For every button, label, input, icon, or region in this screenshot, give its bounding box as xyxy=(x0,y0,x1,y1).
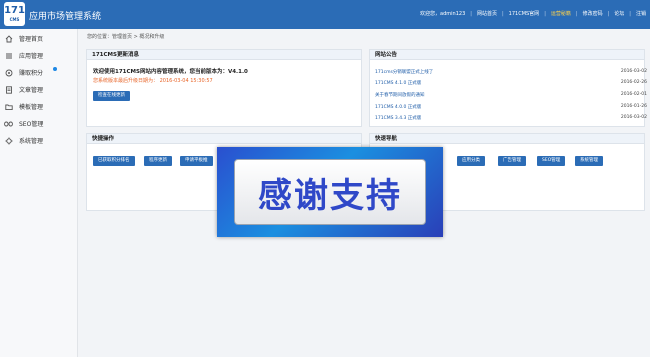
welcome-user: 欢迎您，admin123 xyxy=(420,11,466,17)
announcement-date: 2016-02-01 xyxy=(620,92,647,97)
nav-separator: | xyxy=(501,10,504,17)
program-update-button[interactable]: 程序更新 xyxy=(144,156,172,166)
sidebar: 管理首页 应用管理 赚取积分 文章管理 模板管理 SEO管理 系统管理 xyxy=(0,29,78,357)
gear-icon xyxy=(4,136,13,145)
sidebar-item-apps[interactable]: 应用管理 xyxy=(0,48,78,63)
welcome-message: 欢迎使用171CMS网站内容管理系统，您当前版本为：V4.1.0 xyxy=(93,69,248,75)
home-icon xyxy=(4,34,13,43)
list-item[interactable]: 关于春节期间放假的通知 2016-02-01 xyxy=(375,92,647,98)
nav-separator: | xyxy=(544,10,546,17)
announcement-link[interactable]: 关于春节期间放假的通知 xyxy=(375,93,425,98)
nav-link-forum[interactable]: 论坛 xyxy=(614,10,624,17)
logo[interactable]: 171 CMS xyxy=(4,2,25,26)
quick-ops-panel-title: 快捷操作 xyxy=(87,134,361,144)
announcement-link[interactable]: 171CMS 3.4.3 正式版 xyxy=(375,116,421,121)
sidebar-item-label: 应用管理 xyxy=(19,53,44,60)
sidebar-item-label: 管理首页 xyxy=(19,36,44,43)
system-manage-button[interactable]: 系统管理 xyxy=(575,156,603,166)
nav-separator: | xyxy=(470,10,472,17)
ad-manage-button[interactable]: 广告管理 xyxy=(498,156,526,166)
quick-nav-panel-title: 快速导航 xyxy=(370,134,644,144)
sidebar-item-articles[interactable]: 文章管理 xyxy=(0,82,78,97)
apply-promotion-button[interactable]: 申请平板推 xyxy=(180,156,213,166)
sidebar-item-points[interactable]: 赚取积分 xyxy=(0,65,78,80)
thanks-overlay-card: 感谢支持 xyxy=(234,159,426,225)
seo-icon xyxy=(4,119,13,128)
list-item[interactable]: 171CMS 3.4.3 正式版 2016-03-02 xyxy=(375,115,647,121)
nav-link-site-home[interactable]: 网站首页 xyxy=(477,10,497,17)
top-nav: 欢迎您，admin123 | 网站首页 | 171CMS官网 | 运营秘籍 | … xyxy=(420,10,646,18)
list-item[interactable]: 171cms分销联盟正式上线了 2016-03-02 xyxy=(375,69,647,75)
app-title: 应用市场管理系统 xyxy=(29,12,102,22)
announcement-panel-title: 网站公告 xyxy=(370,50,644,60)
announcement-panel: 网站公告 171cms分销联盟正式上线了 2016-03-02 171CMS 4… xyxy=(369,49,647,127)
top-header: 171 CMS 应用市场管理系统 欢迎您，admin123 | 网站首页 | 1… xyxy=(0,0,650,29)
logo-caption: CMS xyxy=(9,17,20,22)
thanks-text: 感谢支持 xyxy=(258,175,402,216)
breadcrumb: 您的位置：管理首页 > 概况和升级 xyxy=(87,34,165,40)
announcement-date: 2016-03-02 xyxy=(620,69,647,74)
coin-icon xyxy=(4,68,13,77)
notification-dot xyxy=(53,67,57,71)
upgrade-date-notice: 您系统版本最后升级日期为： 2016-03-04 15:30:57 xyxy=(93,78,213,84)
thanks-overlay: 感谢支持 xyxy=(217,147,443,237)
sidebar-item-label: 赚取积分 xyxy=(19,70,44,77)
seo-manage-button[interactable]: SEO管理 xyxy=(537,156,566,166)
sidebar-item-label: SEO管理 xyxy=(19,121,44,128)
sidebar-item-label: 系统管理 xyxy=(19,138,44,145)
nav-link-ops-guide[interactable]: 运营秘籍 xyxy=(551,10,571,17)
announcement-date: 2016-01-26 xyxy=(620,104,647,109)
sidebar-item-seo[interactable]: SEO管理 xyxy=(0,116,78,131)
announcement-link[interactable]: 171cms分销联盟正式上线了 xyxy=(375,70,433,75)
sidebar-item-label: 文章管理 xyxy=(19,87,44,94)
logo-number: 171 xyxy=(4,5,25,16)
folder-icon xyxy=(4,102,13,111)
points-ranking-button[interactable]: 已获取积分排名 xyxy=(93,156,135,166)
sidebar-item-home[interactable]: 管理首页 xyxy=(0,31,78,46)
announcement-date: 2016-02-26 xyxy=(620,80,647,85)
sidebar-item-label: 模板管理 xyxy=(19,104,44,111)
nav-separator: | xyxy=(629,10,631,17)
update-panel-title: 171CMS更新消息 xyxy=(87,50,361,60)
check-update-button[interactable]: 检查在线更新 xyxy=(93,91,130,101)
document-icon xyxy=(4,85,13,94)
announcement-date: 2016-03-02 xyxy=(620,115,647,120)
sidebar-item-templates[interactable]: 模板管理 xyxy=(0,99,78,114)
list-item[interactable]: 171CMS 4.0.0 正式版 2016-01-26 xyxy=(375,104,647,110)
sidebar-item-system[interactable]: 系统管理 xyxy=(0,133,78,148)
nav-link-official-site[interactable]: 171CMS官网 xyxy=(509,10,540,17)
nav-link-change-password[interactable]: 修改密码 xyxy=(583,10,603,17)
list-icon xyxy=(4,51,13,60)
update-panel: 171CMS更新消息 欢迎使用171CMS网站内容管理系统，您当前版本为：V4.… xyxy=(86,49,362,127)
nav-link-logout[interactable]: 注销 xyxy=(636,10,646,17)
nav-separator: | xyxy=(607,10,610,17)
announcement-link[interactable]: 171CMS 4.1.0 正式版 xyxy=(375,81,421,86)
announcement-link[interactable]: 171CMS 4.0.0 正式版 xyxy=(375,105,421,110)
app-category-button[interactable]: 应用分类 xyxy=(457,156,485,166)
nav-separator: | xyxy=(575,10,578,17)
list-item[interactable]: 171CMS 4.1.0 正式版 2016-02-26 xyxy=(375,80,647,86)
